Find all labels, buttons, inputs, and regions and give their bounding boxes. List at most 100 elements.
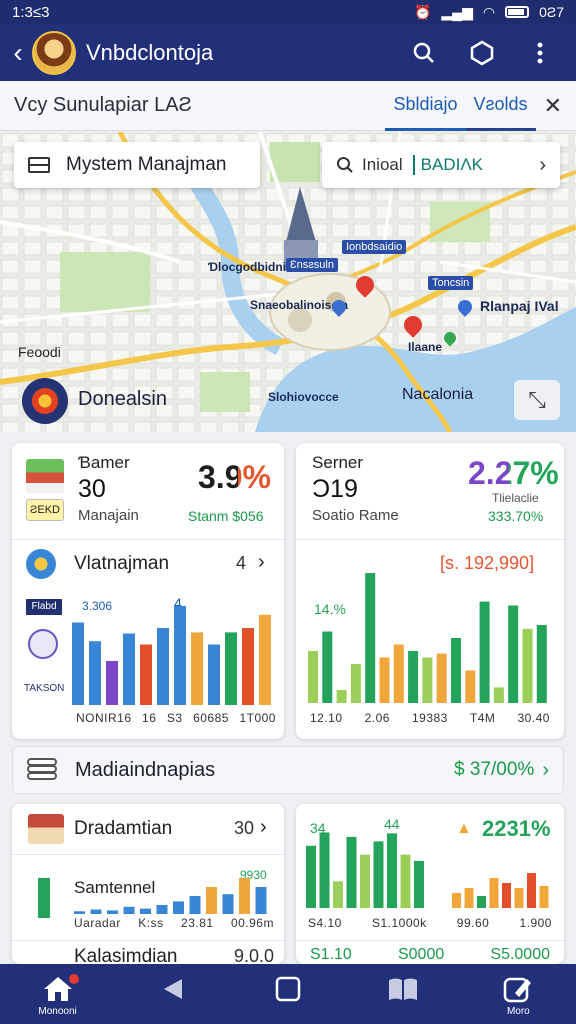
summary-banner[interactable]: Madiaindnapias $ 37/00% › xyxy=(12,746,564,794)
x-axis-labels: NONIR16 16 S3 60685 1T000 xyxy=(76,711,276,725)
tab-second[interactable]: Vƨolds xyxy=(465,81,536,131)
side-label-top: Flabd xyxy=(26,599,62,615)
bar-chart-bottom-right-a xyxy=(306,832,424,908)
bar-11 xyxy=(465,670,476,703)
footer-labels: S1.10 S0000 S5.0000 xyxy=(310,946,550,964)
map-filter-field[interactable]: Inioal BADIɅK › xyxy=(322,142,560,188)
bar-15 xyxy=(522,628,533,703)
back-arrow-icon[interactable]: ‹ xyxy=(6,37,30,69)
nav-book[interactable] xyxy=(368,974,438,1004)
chevron-right-icon[interactable]: › xyxy=(539,154,546,177)
bar-2 xyxy=(336,690,347,703)
map-text: Ilaane xyxy=(408,340,443,354)
bar-3 xyxy=(489,878,499,908)
kpi-change-top: Tlielaclie xyxy=(492,491,539,505)
bar-chart-right xyxy=(308,573,547,703)
bar-11 xyxy=(259,614,271,705)
axis-tick-label: 16 xyxy=(142,711,157,725)
bar-16 xyxy=(536,625,547,703)
axis-tick-label: 2.06 xyxy=(364,711,390,725)
kpi-name: Serner xyxy=(312,453,364,472)
divider xyxy=(12,854,284,855)
kpi-number: 30 xyxy=(78,475,106,503)
app-bar: ‹ Vnbdclontoja xyxy=(0,24,576,81)
map-text: Rlanpaj IVal xyxy=(480,298,559,314)
status-time: 1:3≤3 xyxy=(12,3,50,21)
more-vertical-icon xyxy=(537,42,543,63)
stats-card-right: Serner Ɔ19 Soatio Rame 2.27% Tlielaclie … xyxy=(296,443,564,739)
hexagon-button[interactable] xyxy=(460,31,504,75)
chevron-right-icon[interactable]: › xyxy=(258,551,265,574)
bar-6 xyxy=(387,833,397,908)
bar-5 xyxy=(379,657,390,703)
footer-label: S1.10 xyxy=(310,946,352,963)
axis-tick-label: 23.81 xyxy=(181,916,214,930)
footer-label: Kalasimdian xyxy=(74,946,178,964)
growth-icon: ▲ xyxy=(456,820,472,837)
bar-10 xyxy=(239,878,250,914)
kpi-percent-value: 2.27% xyxy=(468,455,559,491)
bar-0 xyxy=(72,622,84,705)
map-place-name: Donealsin xyxy=(78,388,167,410)
close-icon[interactable]: ✕ xyxy=(544,93,562,119)
bar-chart-bottom-left xyxy=(74,878,267,914)
bar-6 xyxy=(393,644,404,703)
signal-icon: ▂▄▆ xyxy=(441,3,473,20)
bar-1 xyxy=(319,832,330,908)
bar-4 xyxy=(502,883,511,908)
map-search-field[interactable]: Mystem Manajman xyxy=(14,142,260,188)
bar-13 xyxy=(493,687,504,703)
bottom-navigation: Monooni Moro xyxy=(0,964,576,1024)
kpi-change: Stanm $056 xyxy=(188,508,264,524)
back-triangle-icon xyxy=(162,974,184,1004)
bar-11 xyxy=(255,887,267,914)
map-label[interactable]: Ɛnsƨsuln xyxy=(286,258,338,272)
chevron-right-icon[interactable]: › xyxy=(542,759,549,782)
battery-icon xyxy=(505,6,530,18)
thumbnail-tag: ƧEKD xyxy=(26,499,64,521)
edit-box-icon xyxy=(503,974,533,1004)
bar-5 xyxy=(514,888,524,908)
nav-square[interactable] xyxy=(253,974,323,1004)
axis-tick-label: 00.96m xyxy=(230,916,274,930)
footer-label: S5.0000 xyxy=(490,946,550,963)
bar-5 xyxy=(157,628,169,705)
expand-icon[interactable]: ⤡ xyxy=(514,380,560,420)
footer-label: S0000 xyxy=(397,946,445,963)
bar-1 xyxy=(90,909,102,914)
more-menu-button[interactable] xyxy=(518,31,562,75)
kpi-change: 333.70% xyxy=(488,508,544,524)
banner-title: Madiaindnapias xyxy=(75,758,216,781)
status-bar: 1:3≤3 ⏰ ▂▄▆ ◠ 0Ƨ7 xyxy=(0,0,576,24)
map-label[interactable]: Ionbdsaidio xyxy=(342,240,407,254)
bar-3 xyxy=(346,836,357,908)
bar-3 xyxy=(123,633,135,705)
nav-home[interactable]: Monooni xyxy=(23,974,93,1017)
bar-0 xyxy=(452,893,461,908)
nav-back[interactable] xyxy=(138,974,208,1004)
list-value: 4 xyxy=(236,553,247,573)
avatar[interactable] xyxy=(32,30,76,75)
kpi-percent: 2.27% xyxy=(468,455,559,492)
search-button[interactable] xyxy=(402,31,446,75)
chevron-right-icon[interactable]: › xyxy=(260,816,267,839)
nav-more-label: Moro xyxy=(506,1006,530,1017)
bar-14 xyxy=(508,605,519,703)
bar-7 xyxy=(400,854,411,908)
range-value: [s. 192,990] xyxy=(440,553,535,573)
x-axis-labels: S4.10 S1.1000k 99.60 1.900 xyxy=(308,916,552,930)
axis-tick-label: S3 xyxy=(166,711,183,725)
axis-tick-label: 60685 xyxy=(193,711,229,725)
map-label[interactable]: Toncsin xyxy=(428,276,474,290)
place-logo[interactable] xyxy=(22,378,68,424)
bar-6 xyxy=(173,901,184,914)
sub-header-title: Vcy Sunulapiar LAƧ xyxy=(14,94,192,116)
tab-first[interactable]: Sbldiajo xyxy=(385,81,466,131)
axis-tick-label: 19383 xyxy=(411,711,448,725)
detail-card-right: 34 44 ▲ 2231% S4.10 S1.1000k 99.60 1.900 S1… xyxy=(296,804,564,964)
bar-8 xyxy=(206,887,217,914)
circle-icon xyxy=(26,549,56,579)
axis-tick-label: NONIR16 xyxy=(76,711,132,725)
nav-more[interactable]: Moro xyxy=(483,974,553,1017)
kpi-percent: 3.9% xyxy=(198,459,271,496)
